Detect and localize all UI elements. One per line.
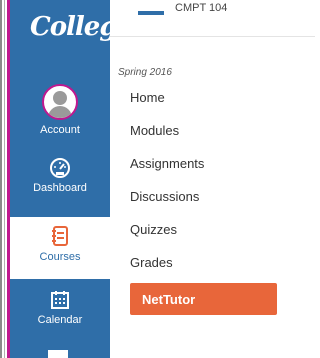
global-nav-courses[interactable]: Courses bbox=[10, 225, 110, 263]
global-nav-calendar[interactable]: Calendar bbox=[10, 290, 110, 326]
course-nav-modules[interactable]: Modules bbox=[130, 123, 179, 138]
term-label: Spring 2016 bbox=[118, 67, 172, 78]
course-nav-quizzes[interactable]: Quizzes bbox=[130, 222, 177, 237]
courses-label: Courses bbox=[39, 251, 81, 263]
course-nav-nettutor[interactable]: NetTutor bbox=[130, 283, 277, 315]
global-nav-account[interactable]: Account bbox=[10, 84, 110, 136]
calendar-label: Calendar bbox=[37, 314, 83, 326]
inbox-icon[interactable] bbox=[48, 350, 68, 358]
breadcrumb[interactable]: CMPT 104 bbox=[175, 2, 227, 14]
course-nav-home[interactable]: Home bbox=[130, 90, 165, 105]
course-nav-grades[interactable]: Grades bbox=[130, 255, 173, 270]
college-logo[interactable]: College bbox=[30, 12, 133, 62]
calendar-icon bbox=[10, 290, 110, 310]
window-edge bbox=[0, 0, 2, 358]
account-label: Account bbox=[40, 124, 80, 136]
course-nav-discussions[interactable]: Discussions bbox=[130, 189, 199, 204]
nettutor-label: NetTutor bbox=[142, 292, 196, 307]
speedometer-icon bbox=[10, 158, 110, 178]
course-nav-assignments[interactable]: Assignments bbox=[130, 156, 204, 171]
window-edge-inner bbox=[4, 0, 5, 358]
header-divider bbox=[110, 36, 315, 37]
user-avatar-icon bbox=[42, 84, 78, 120]
global-nav-dashboard[interactable]: Dashboard bbox=[10, 158, 110, 194]
hamburger-icon[interactable] bbox=[138, 11, 164, 15]
book-icon bbox=[10, 225, 110, 247]
dashboard-label: Dashboard bbox=[33, 182, 87, 194]
